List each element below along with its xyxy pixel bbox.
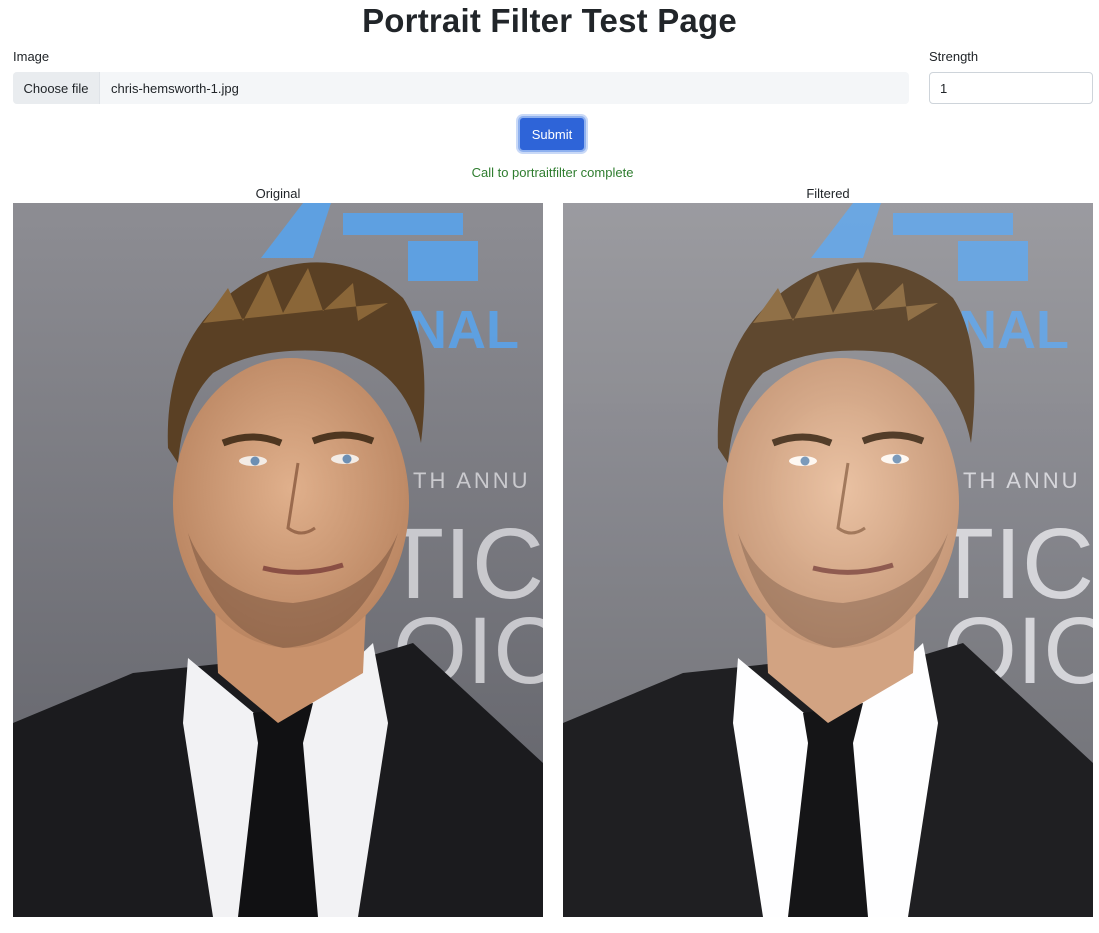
strength-input[interactable] [929, 72, 1093, 104]
svg-text:TH ANNU: TH ANNU [413, 468, 531, 493]
filtered-image: NAL TH ANNU TICS OIC [563, 203, 1093, 917]
original-image: NAL TH ANNU TICS OIC [13, 203, 543, 917]
svg-text:NAL: NAL [408, 300, 519, 360]
image-file-input[interactable]: Choose file chris-hemsworth-1.jpg [13, 72, 909, 104]
page-title: Portrait Filter Test Page [362, 2, 737, 39]
selected-file-name: chris-hemsworth-1.jpg [111, 80, 239, 96]
portrait-filter-page: Portrait Filter Test Page Image Strength… [0, 0, 1099, 933]
original-caption: Original [255, 186, 301, 201]
filtered-caption: Filtered [806, 186, 850, 201]
status-message: Call to portraitfilter complete [471, 165, 634, 180]
strength-label: Strength [929, 49, 979, 64]
svg-text:TH ANNU: TH ANNU [963, 468, 1081, 493]
choose-file-button[interactable]: Choose file [13, 72, 100, 104]
submit-button[interactable]: Submit [518, 116, 586, 152]
image-label: Image [13, 49, 50, 64]
svg-text:NAL: NAL [958, 300, 1069, 360]
